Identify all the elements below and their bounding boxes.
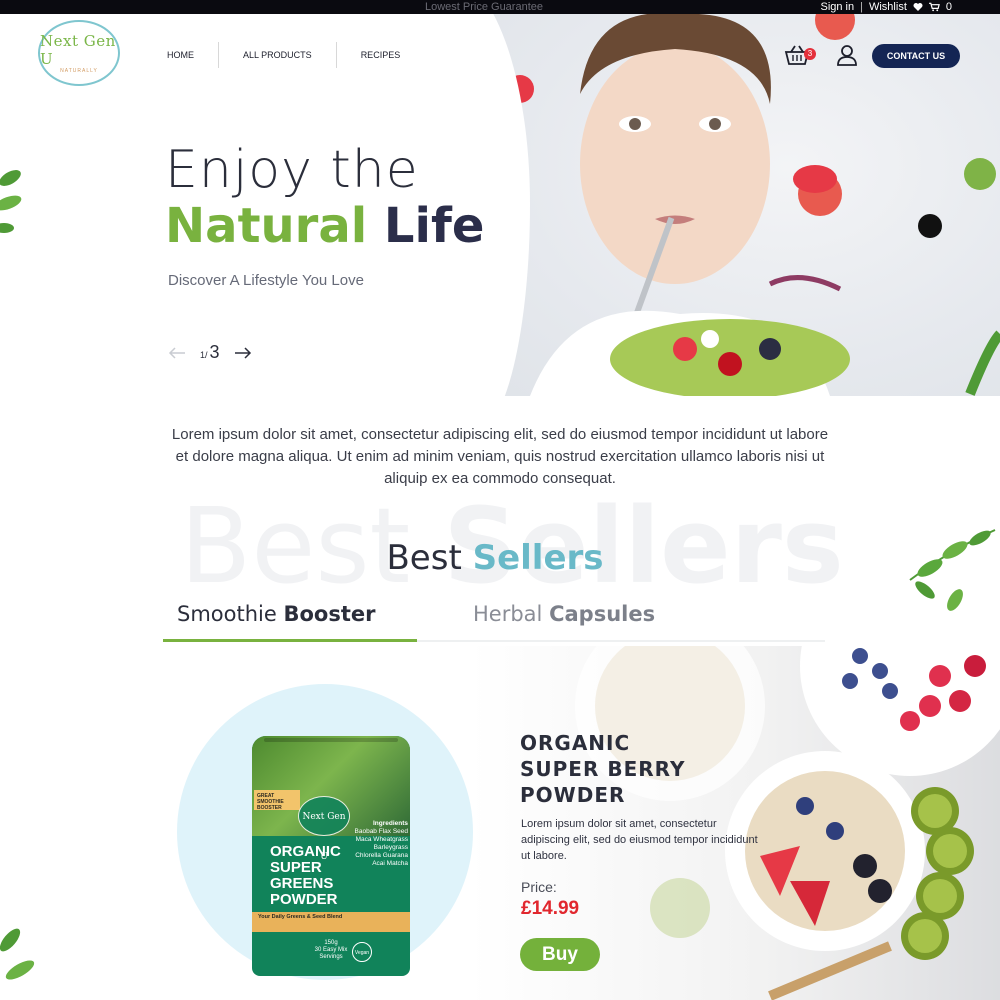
pouch-ingredients: Ingredients Baobab Flax Seed Maca Wheatg… <box>352 820 408 868</box>
product-pouch-image[interactable]: GREAT SMOOTHIE BOOSTER Next Gen U ORGANI… <box>252 736 410 976</box>
tab-label-light: Smoothie <box>177 602 277 626</box>
product-price: £14.99 <box>521 898 580 919</box>
buy-button[interactable]: Buy <box>520 938 600 971</box>
vegan-badge: Vegan <box>352 942 372 962</box>
top-bar-separator: | <box>860 1 863 13</box>
tab-label-bold: Capsules <box>549 602 656 626</box>
slide-current: 1/ <box>200 350 208 360</box>
hero-heading-line1: Enjoy the <box>165 140 419 200</box>
hero-subtitle: Discover A Lifestyle You Love <box>168 272 364 289</box>
pouch-servings-text: 30 Easy Mix Servings <box>314 947 348 960</box>
slider-controls: 1/ 3 <box>168 342 252 363</box>
product-name: ORGANIC SUPER BERRY POWDER <box>520 731 686 807</box>
tab-label-light: Herbal <box>473 602 543 626</box>
pouch-weight: 150g 30 Easy Mix Servings <box>306 940 356 961</box>
best-sellers-title-bold: Sellers <box>472 538 604 578</box>
user-icon[interactable] <box>836 44 858 66</box>
pouch-product-name: ORGANIC SUPER GREENS POWDER <box>270 843 341 908</box>
hero-heading-dark: Life <box>383 198 485 254</box>
tab-herbal-capsules[interactable]: Herbal Capsules <box>473 602 655 626</box>
hero-heading-green: Natural <box>165 198 368 254</box>
best-sellers-title: Best Sellers <box>0 538 990 578</box>
arrow-left-icon[interactable] <box>168 346 186 360</box>
pouch-ingredients-title: Ingredients <box>372 820 408 827</box>
tab-smoothie-booster[interactable]: Smoothie Booster <box>177 602 375 626</box>
cart-icon[interactable] <box>928 2 940 12</box>
contact-us-button[interactable]: CONTACT US <box>872 44 960 68</box>
hero-image <box>470 14 1000 396</box>
slide-total: 3 <box>209 342 220 362</box>
logo-brand-text: Next Gen U <box>40 32 116 68</box>
main-nav: HOME ALL PRODUCTS RECIPES <box>150 42 424 68</box>
top-bar: Lowest Price Guarantee Sign in | Wishlis… <box>0 0 1000 14</box>
leaf-decoration-bottom-icon <box>0 928 35 980</box>
leaf-decoration-icon <box>0 170 22 233</box>
arrow-right-icon[interactable] <box>234 346 252 360</box>
best-sellers-title-light: Best <box>386 538 462 578</box>
nav-recipes[interactable]: RECIPES <box>337 42 425 68</box>
logo-sub-text: NATURALLY <box>60 68 98 74</box>
brand-logo[interactable]: Next Gen U NATURALLY <box>38 20 120 86</box>
top-bar-account: Sign in | Wishlist 0 <box>820 0 952 14</box>
hero-heading-line2: Natural Life <box>165 198 484 254</box>
wishlist-link[interactable]: Wishlist <box>869 0 907 14</box>
pouch-band: Your Daily Greens & Seed Blend <box>252 912 410 932</box>
nav-home[interactable]: HOME <box>150 42 218 68</box>
product-tabs: Smoothie Booster Herbal Capsules <box>163 598 825 644</box>
pouch-tag: GREAT SMOOTHIE BOOSTER <box>254 790 300 811</box>
sign-in-link[interactable]: Sign in <box>820 0 854 14</box>
intro-paragraph: Lorem ipsum dolor sit amet, consectetur … <box>171 426 829 487</box>
heart-icon[interactable] <box>913 2 923 12</box>
slide-counter: 1/ 3 <box>200 342 220 363</box>
basket-count-badge: 3 <box>804 48 816 60</box>
pouch-weight-text: 150g <box>324 940 338 946</box>
product-description: Lorem ipsum dolor sit amet, consectetur … <box>521 818 758 862</box>
tab-active-indicator <box>163 639 417 642</box>
nav-all-products[interactable]: ALL PRODUCTS <box>219 42 336 68</box>
pouch-ingredients-list: Baobab Flax Seed Maca Wheatgrass Barleyg… <box>354 828 408 867</box>
tab-label-bold: Booster <box>283 602 376 626</box>
hero-illustration <box>506 14 1000 396</box>
pouch-logo: Next Gen U <box>298 796 350 862</box>
cart-count[interactable]: 0 <box>946 0 952 14</box>
price-label: Price: <box>521 879 557 895</box>
